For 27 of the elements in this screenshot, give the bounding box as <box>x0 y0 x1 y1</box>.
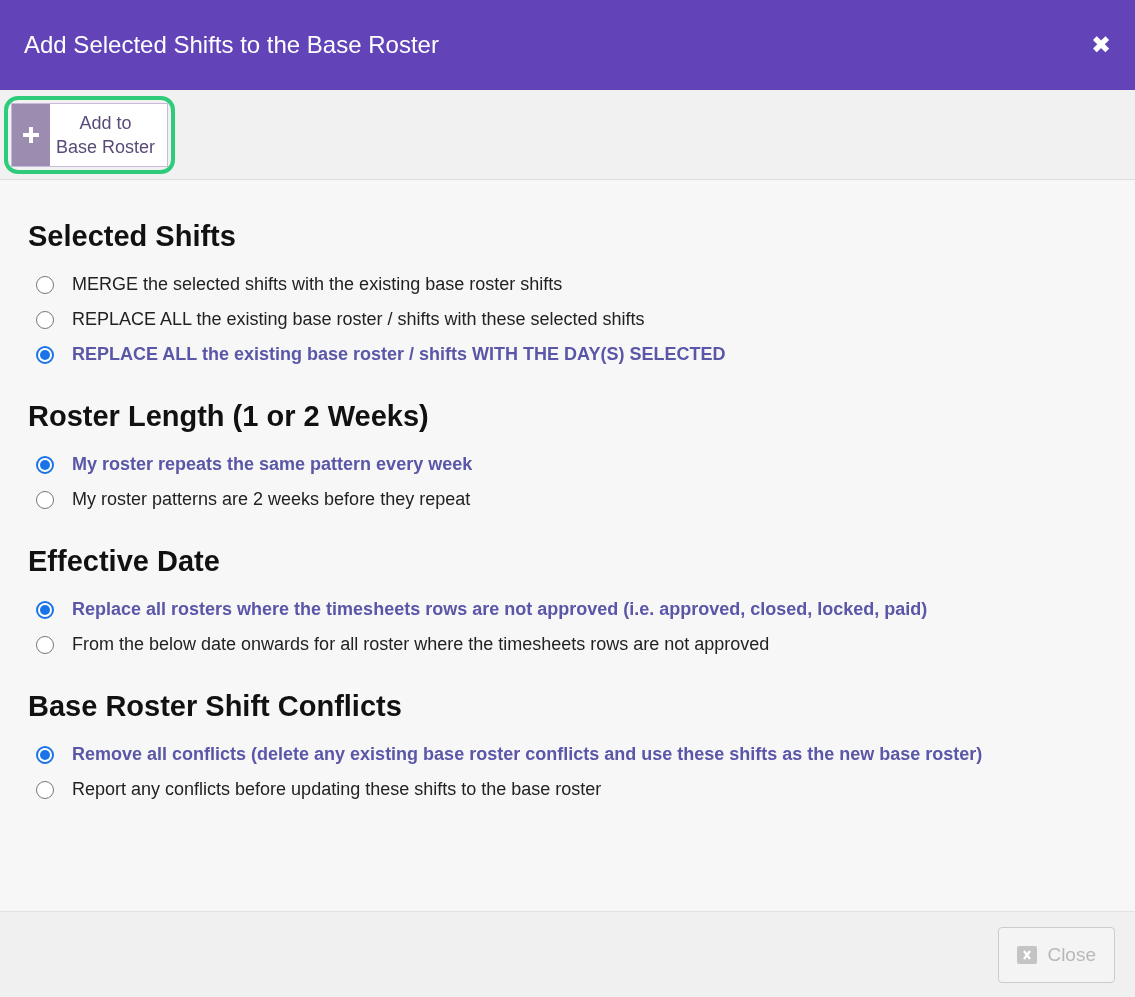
option-label[interactable]: Replace all rosters where the timesheets rows are not approved (i.e. approved, closed, locked, paid) <box>72 599 928 620</box>
option-label[interactable]: Remove all conflicts (delete any existing base roster conflicts and use these shifts as the new base roster) <box>72 744 983 765</box>
plus-icon <box>12 103 50 166</box>
section-heading: Effective Date <box>28 545 221 578</box>
section-heading: Roster Length (1 or 2 Weeks) <box>28 400 430 433</box>
option-label[interactable]: From the below date onwards for all roster where the timesheets rows are not approved <box>72 634 770 655</box>
option-label[interactable]: Report any conflicts before updating these shifts to the base roster <box>72 779 602 800</box>
radio-button[interactable] <box>36 600 54 619</box>
radio-button[interactable] <box>36 635 54 654</box>
option-label[interactable]: REPLACE ALL the existing base roster / shifts with these selected shifts <box>72 309 645 330</box>
radio-button[interactable] <box>36 780 54 799</box>
close-icon <box>1017 945 1038 964</box>
radio-button[interactable] <box>36 490 54 509</box>
option-label[interactable]: My roster repeats the same pattern every week <box>72 454 473 475</box>
radio-button[interactable] <box>36 310 54 329</box>
radio-button[interactable] <box>36 275 54 294</box>
option-label[interactable]: My roster patterns are 2 weeks before they repeat <box>72 489 471 510</box>
section-heading: Base Roster Shift Conflicts <box>28 690 403 723</box>
radio-button[interactable] <box>36 345 54 364</box>
option-label[interactable]: MERGE the selected shifts with the existing base roster shifts <box>72 274 563 295</box>
radio-button[interactable] <box>36 745 54 764</box>
add-to-base-roster-button[interactable]: Add to Base Roster <box>11 102 169 167</box>
radio-button[interactable] <box>36 455 54 474</box>
section-heading: Selected Shifts <box>28 220 237 253</box>
dialog-title: Add Selected Shifts to the Base Roster <box>24 31 439 59</box>
close-button[interactable]: ✖ <box>1090 31 1111 59</box>
option-label[interactable]: REPLACE ALL the existing base roster / shifts WITH THE DAY(S) SELECTED <box>72 344 726 365</box>
